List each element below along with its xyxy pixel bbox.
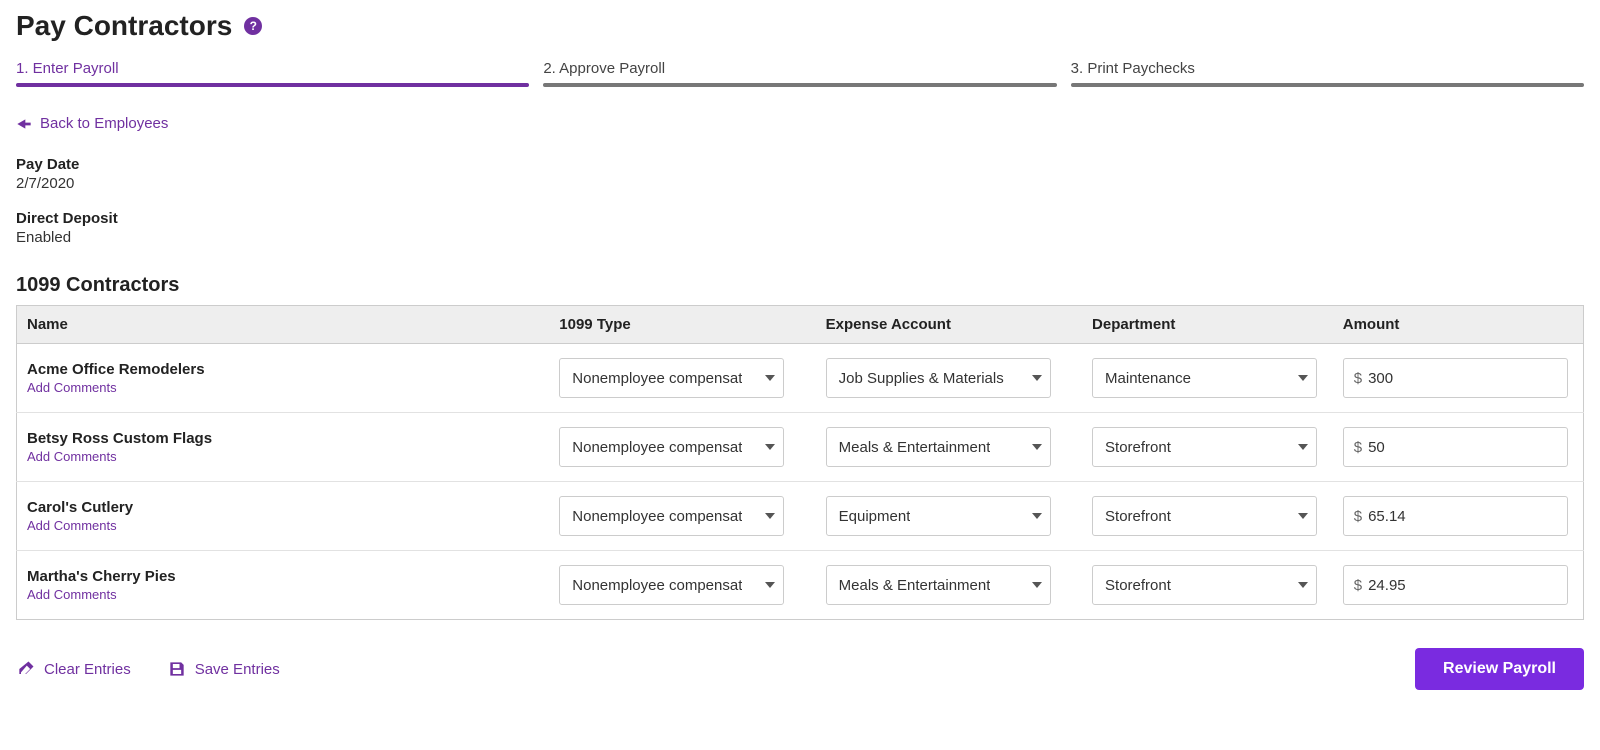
- section-title: 1099 Contractors: [16, 274, 1584, 297]
- amount-input[interactable]: [1368, 508, 1557, 525]
- type-select[interactable]: Nonemployee compensat: [559, 358, 784, 398]
- contractor-name: Acme Office Remodelers: [27, 361, 539, 378]
- type-select[interactable]: Nonemployee compensat: [559, 496, 784, 536]
- currency-prefix: $: [1354, 439, 1362, 456]
- help-icon[interactable]: ?: [244, 17, 262, 35]
- col-header-department: Department: [1082, 306, 1333, 344]
- expense-account-select[interactable]: Equipment: [826, 496, 1051, 536]
- expense-account-select-value: Job Supplies & Materials: [839, 370, 1004, 387]
- expense-account-select[interactable]: Job Supplies & Materials: [826, 358, 1051, 398]
- chevron-down-icon: [1298, 444, 1308, 450]
- step-bar: [16, 83, 529, 87]
- chevron-down-icon: [1032, 513, 1042, 519]
- page-title: Pay Contractors: [16, 10, 232, 42]
- save-entries-label: Save Entries: [195, 661, 280, 678]
- step-label: 1. Enter Payroll: [16, 60, 529, 77]
- step-label: 3. Print Paychecks: [1071, 60, 1584, 77]
- back-arrow-icon: [16, 117, 32, 131]
- chevron-down-icon: [765, 444, 775, 450]
- expense-account-select-value: Meals & Entertainment: [839, 439, 991, 456]
- type-select[interactable]: Nonemployee compensat: [559, 427, 784, 467]
- chevron-down-icon: [765, 375, 775, 381]
- amount-field[interactable]: $: [1343, 358, 1568, 398]
- department-select-value: Storefront: [1105, 508, 1171, 525]
- chevron-down-icon: [1298, 582, 1308, 588]
- chevron-down-icon: [1298, 375, 1308, 381]
- table-row: Betsy Ross Custom Flags Add Comments Nonem…: [17, 413, 1584, 482]
- expense-account-select-value: Meals & Entertainment: [839, 577, 991, 594]
- add-comments-link[interactable]: Add Comments: [27, 587, 117, 602]
- step-enter-payroll[interactable]: 1. Enter Payroll: [16, 60, 529, 87]
- contractor-name: Martha's Cherry Pies: [27, 568, 539, 585]
- contractors-table: Name 1099 Type Expense Account Departmen…: [16, 305, 1584, 620]
- amount-field[interactable]: $: [1343, 496, 1568, 536]
- currency-prefix: $: [1354, 370, 1362, 387]
- amount-field[interactable]: $: [1343, 565, 1568, 605]
- expense-account-select[interactable]: Meals & Entertainment: [826, 427, 1051, 467]
- step-label: 2. Approve Payroll: [543, 60, 1056, 77]
- department-select-value: Storefront: [1105, 439, 1171, 456]
- type-select-value: Nonemployee compensat: [572, 577, 742, 594]
- add-comments-link[interactable]: Add Comments: [27, 518, 117, 533]
- direct-deposit-value: Enabled: [16, 229, 1584, 246]
- table-row: Acme Office Remodelers Add Comments Nonemp…: [17, 344, 1584, 413]
- clear-entries-button[interactable]: Clear Entries: [16, 659, 131, 679]
- direct-deposit-label: Direct Deposit: [16, 210, 1584, 227]
- chevron-down-icon: [1298, 513, 1308, 519]
- col-header-amount: Amount: [1333, 306, 1584, 344]
- clear-entries-label: Clear Entries: [44, 661, 131, 678]
- chevron-down-icon: [765, 582, 775, 588]
- department-select[interactable]: Maintenance: [1092, 358, 1317, 398]
- col-header-type: 1099 Type: [549, 306, 815, 344]
- add-comments-link[interactable]: Add Comments: [27, 449, 117, 464]
- review-payroll-button[interactable]: Review Payroll: [1415, 648, 1584, 690]
- amount-field[interactable]: $: [1343, 427, 1568, 467]
- step-bar: [543, 83, 1056, 87]
- back-link-label: Back to Employees: [40, 115, 168, 132]
- step-bar: [1071, 83, 1584, 87]
- expense-account-select-value: Equipment: [839, 508, 911, 525]
- col-header-expense: Expense Account: [816, 306, 1082, 344]
- contractor-name: Betsy Ross Custom Flags: [27, 430, 539, 447]
- department-select-value: Maintenance: [1105, 370, 1191, 387]
- chevron-down-icon: [1032, 444, 1042, 450]
- add-comments-link[interactable]: Add Comments: [27, 380, 117, 395]
- col-header-name: Name: [17, 306, 550, 344]
- eraser-icon: [16, 659, 36, 679]
- type-select[interactable]: Nonemployee compensat: [559, 565, 784, 605]
- contractor-name: Carol's Cutlery: [27, 499, 539, 516]
- expense-account-select[interactable]: Meals & Entertainment: [826, 565, 1051, 605]
- step-print-paychecks[interactable]: 3. Print Paychecks: [1071, 60, 1584, 87]
- amount-input[interactable]: [1368, 370, 1557, 387]
- table-row: Carol's Cutlery Add Comments Nonemployee c…: [17, 482, 1584, 551]
- table-row: Martha's Cherry Pies Add Comments Nonemplo…: [17, 551, 1584, 620]
- step-approve-payroll[interactable]: 2. Approve Payroll: [543, 60, 1056, 87]
- save-icon: [167, 659, 187, 679]
- currency-prefix: $: [1354, 577, 1362, 594]
- type-select-value: Nonemployee compensat: [572, 370, 742, 387]
- pay-date-value: 2/7/2020: [16, 175, 1584, 192]
- department-select[interactable]: Storefront: [1092, 496, 1317, 536]
- back-to-employees-link[interactable]: Back to Employees: [16, 115, 168, 132]
- pay-date-label: Pay Date: [16, 156, 1584, 173]
- department-select[interactable]: Storefront: [1092, 565, 1317, 605]
- save-entries-button[interactable]: Save Entries: [167, 659, 280, 679]
- department-select-value: Storefront: [1105, 577, 1171, 594]
- type-select-value: Nonemployee compensat: [572, 508, 742, 525]
- chevron-down-icon: [1032, 582, 1042, 588]
- currency-prefix: $: [1354, 508, 1362, 525]
- department-select[interactable]: Storefront: [1092, 427, 1317, 467]
- type-select-value: Nonemployee compensat: [572, 439, 742, 456]
- chevron-down-icon: [765, 513, 775, 519]
- chevron-down-icon: [1032, 375, 1042, 381]
- amount-input[interactable]: [1368, 439, 1557, 456]
- stepper: 1. Enter Payroll 2. Approve Payroll 3. P…: [16, 60, 1584, 87]
- amount-input[interactable]: [1368, 577, 1557, 594]
